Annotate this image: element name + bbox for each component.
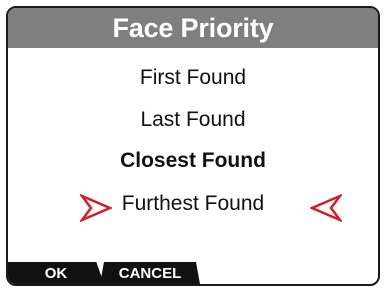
menu-item-last-found[interactable]: Last Found <box>8 101 378 139</box>
cancel-button[interactable]: CANCEL <box>100 262 200 284</box>
ok-button[interactable]: OK <box>8 262 104 284</box>
selector-left-arrow-icon <box>80 194 112 222</box>
cancel-button-label: CANCEL <box>118 264 182 282</box>
title-bar: Face Priority <box>8 8 378 48</box>
menu-item-label: Furthest Found <box>121 192 265 215</box>
menu-item-label: Closest Found <box>120 149 266 172</box>
softkey-bar: OK CANCEL <box>8 260 378 284</box>
menu-item-first-found[interactable]: First Found <box>8 59 378 97</box>
menu-item-label: Last Found <box>140 108 246 131</box>
page-title: Face Priority <box>112 12 274 43</box>
menu-item-label: First Found <box>139 66 247 89</box>
ok-button-label: OK <box>44 264 68 282</box>
selector-right-arrow-icon <box>310 194 342 222</box>
menu-screen: Face Priority First Found Last Found Clo… <box>6 6 380 286</box>
menu-item-closest-found[interactable]: Closest Found <box>8 142 378 180</box>
